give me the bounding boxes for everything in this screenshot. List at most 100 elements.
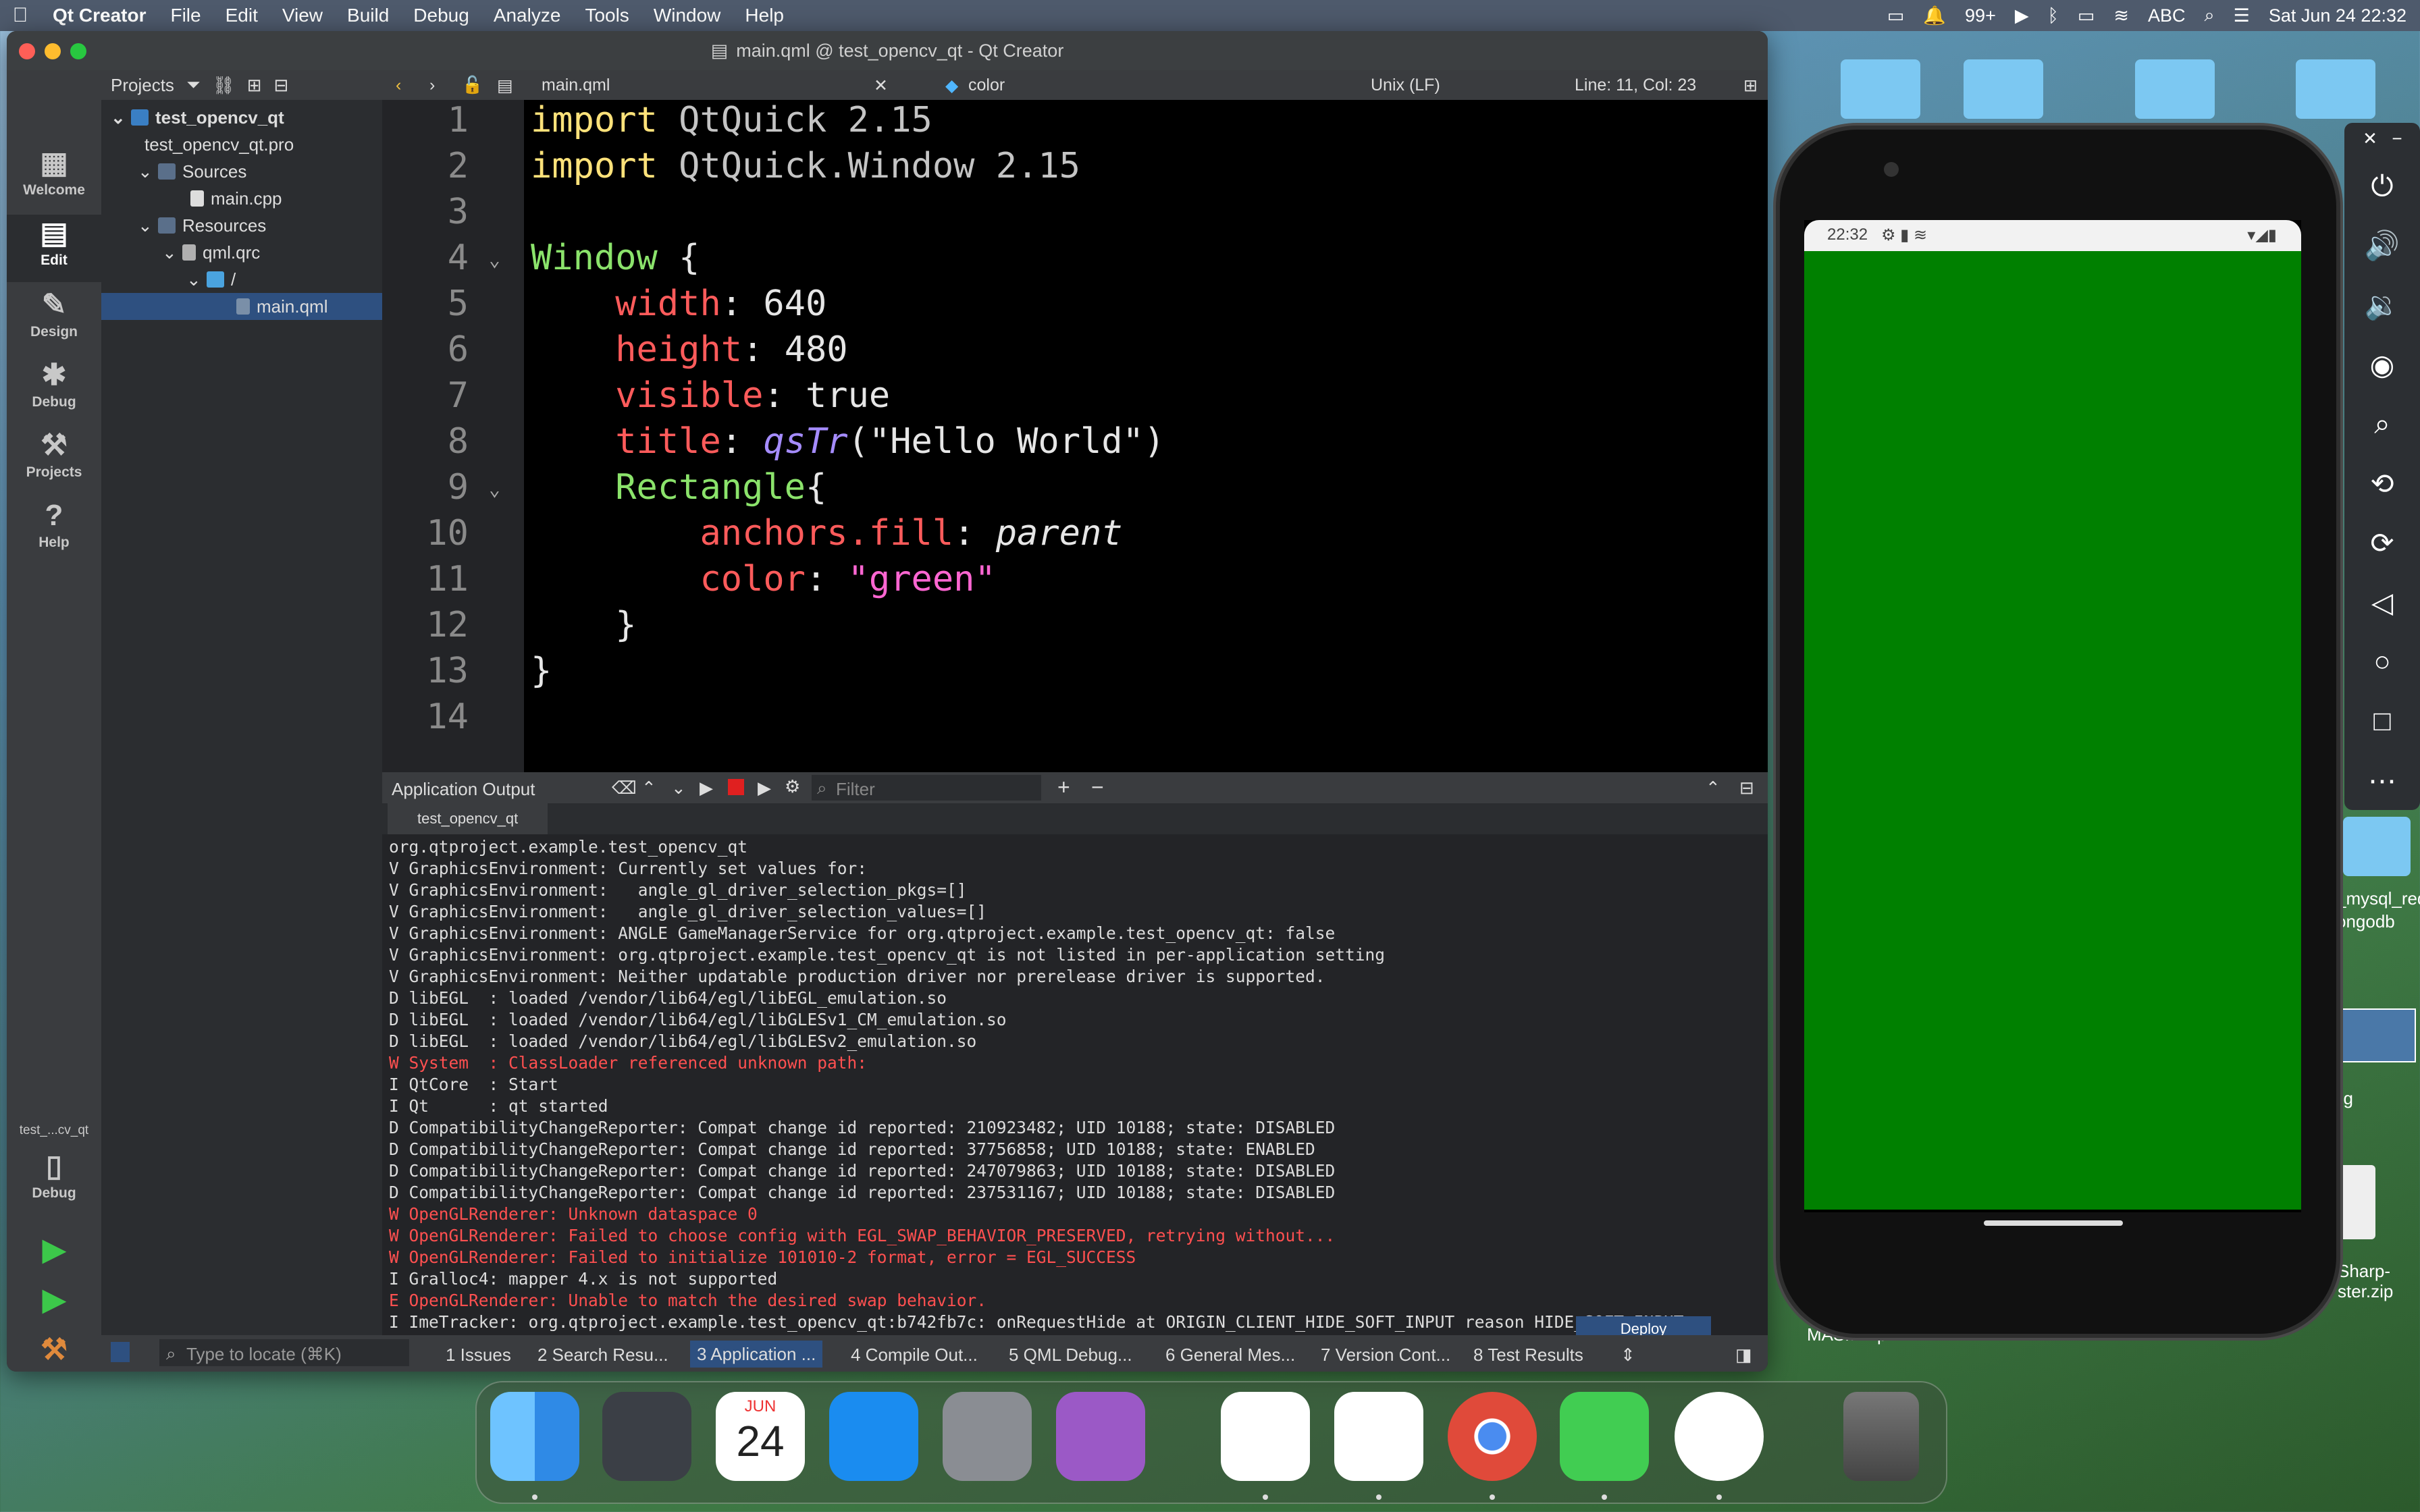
filter-icon[interactable]: ⏷ [186,74,201,96]
qq-icon[interactable] [1334,1392,1423,1481]
close-window-button[interactable] [19,43,35,59]
menu-analyze[interactable]: Analyze [481,5,573,26]
pane-application-output[interactable]: 3 Application ... [690,1341,823,1368]
app-store-icon[interactable] [829,1392,918,1481]
green-rectangle[interactable] [1804,251,2301,1210]
fold-chevron-icon[interactable]: ⌄ [489,248,500,271]
trash-icon[interactable] [1843,1392,1919,1481]
application-output-log[interactable]: org.qtproject.example.test_opencv_qt V Gr… [382,834,1768,1365]
menu-debug[interactable]: Debug [401,5,481,26]
menu-build[interactable]: Build [335,5,401,26]
mode-debug[interactable]: ✱ Debug [7,356,101,424]
menu-window[interactable]: Window [641,5,733,26]
mode-projects[interactable]: ⚒ Projects [7,427,101,494]
tree-node-main-cpp[interactable]: main.cpp [190,185,282,212]
run-button[interactable]: ▶ [7,1231,101,1269]
split-editor-icon[interactable]: ⊞ [1743,76,1758,96]
locator-field[interactable]: ⌕ Type to locate (⌘K) [159,1339,409,1366]
debug-run-button[interactable]: ▶ [7,1281,101,1319]
menu-tools[interactable]: Tools [573,5,641,26]
android-studio-icon[interactable] [1675,1392,1764,1481]
chevron-down-icon[interactable]: ⌄ [671,778,686,799]
rotate-left-icon[interactable]: ⟲ [2344,467,2420,500]
mode-help[interactable]: ? Help [7,497,101,564]
zoom-in-icon[interactable]: + [1057,775,1070,800]
desktop-label[interactable]: ster.zip [2338,1281,2393,1302]
desktop-label[interactable]: _mysql_red [2336,888,2420,909]
symbol-selector[interactable]: color [968,76,1005,95]
projects-view-selector[interactable]: Projects [111,75,174,96]
camera-icon[interactable]: ◉ [2344,348,2420,381]
attach-icon[interactable]: ▶ [758,778,771,799]
launchpad-icon[interactable] [602,1392,691,1481]
rerun-icon[interactable]: ▶ [700,778,713,799]
play-icon[interactable]: ▶ [2015,5,2029,26]
home-gesture-bar[interactable] [1984,1220,2123,1226]
feedback-icon[interactable] [1056,1392,1145,1481]
tree-node-project[interactable]: ⌄ test_opencv_qt [111,104,284,131]
spotlight-icon[interactable]: ⌕ [2204,5,2214,26]
menu-edit[interactable]: Edit [213,5,270,26]
volume-up-icon[interactable]: 🔊 [2344,230,2420,263]
apple-icon[interactable]:  [0,4,41,27]
pane-issues[interactable]: 1 Issues [446,1345,511,1366]
desktop-label[interactable]: ongodb [2336,911,2395,932]
toggle-right-sidebar-icon[interactable]: ◨ [1735,1345,1752,1366]
system-settings-icon[interactable] [943,1392,1032,1481]
more-icon[interactable]: ⋯ [2344,764,2420,797]
tree-node-qml-qrc[interactable]: ⌄ qml.qrc [162,239,260,266]
close-pane-icon[interactable]: ⊟ [274,75,289,96]
toggle-sidebar-icon[interactable] [111,1342,130,1362]
fold-chevron-icon[interactable]: ⌄ [489,478,500,500]
power-icon[interactable]: ⏻ [2344,170,2420,203]
mode-welcome[interactable]: ▦ Welcome [7,144,101,212]
notification-count[interactable]: 99+ [1965,5,1996,26]
stop-icon[interactable] [728,779,744,795]
mode-design[interactable]: ✎ Design [7,286,101,354]
link-icon[interactable]: ⛓ [213,75,235,96]
chevron-up-icon[interactable]: ⌃ [641,778,656,799]
minimize-icon[interactable]: − [2359,128,2420,149]
rotate-right-icon[interactable]: ⟳ [2344,526,2420,560]
bluetooth-icon[interactable]: ᛒ [2048,5,2059,26]
pane-version-control[interactable]: 7 Version Cont... [1321,1345,1450,1366]
menu-view[interactable]: View [270,5,335,26]
build-button[interactable]: ⚒ [7,1331,101,1369]
desktop-folder-icon[interactable] [1841,59,1920,119]
kit-project-label[interactable]: test_...cv_qt [7,1123,101,1138]
tree-node-resources[interactable]: ⌄ Resources [138,212,266,239]
cursor-position[interactable]: Line: 11, Col: 23 [1575,76,1696,95]
desktop-folder-icon[interactable] [1964,59,2043,119]
calendar-icon[interactable]: JUN 24 [716,1392,805,1481]
input-source[interactable]: ABC [2148,5,2186,26]
home-icon[interactable]: ○ [2344,645,2420,678]
desktop-folder-icon[interactable] [2135,59,2215,119]
zoom-icon[interactable]: ⌕ [2344,408,2420,441]
menu-help[interactable]: Help [733,5,796,26]
back-icon[interactable]: ‹ [396,76,401,95]
chrome-icon[interactable] [1448,1392,1537,1481]
tree-node-main-qml[interactable]: main.qml [101,293,382,320]
back-icon[interactable]: ◁ [2344,586,2420,619]
desktop-image-icon[interactable] [2330,1008,2416,1062]
close-document-icon[interactable]: ✕ [874,76,888,96]
chevron-updown-icon[interactable]: ⇕ [1621,1345,1635,1366]
tree-node-root-prefix[interactable]: ⌄ / [186,266,236,293]
screen-mirror-icon[interactable]: ▭ [1887,5,1905,26]
output-tab[interactable]: test_opencv_qt [388,803,548,834]
control-center-icon[interactable]: ☰ [2234,5,2250,26]
clear-output-icon[interactable]: ⌫ [612,778,637,799]
gear-icon[interactable]: ⚙ [785,776,800,797]
tree-node-sources[interactable]: ⌄ Sources [138,158,246,185]
qt-creator-icon[interactable] [1560,1392,1649,1481]
menu-app-name[interactable]: Qt Creator [41,5,158,26]
forward-icon[interactable]: › [429,76,435,95]
pane-general-messages[interactable]: 6 General Mes... [1165,1345,1295,1366]
wifi-icon[interactable]: ≋ [2113,5,2129,26]
desktop-label[interactable]: Sharp- [2338,1261,2390,1282]
mode-edit[interactable]: ▤ Edit [7,215,101,282]
zoom-window-button[interactable] [70,43,86,59]
volume-down-icon[interactable]: 🔉 [2344,289,2420,322]
desktop-folder-icon[interactable] [2343,817,2411,876]
zoom-out-icon[interactable]: − [1091,775,1104,800]
